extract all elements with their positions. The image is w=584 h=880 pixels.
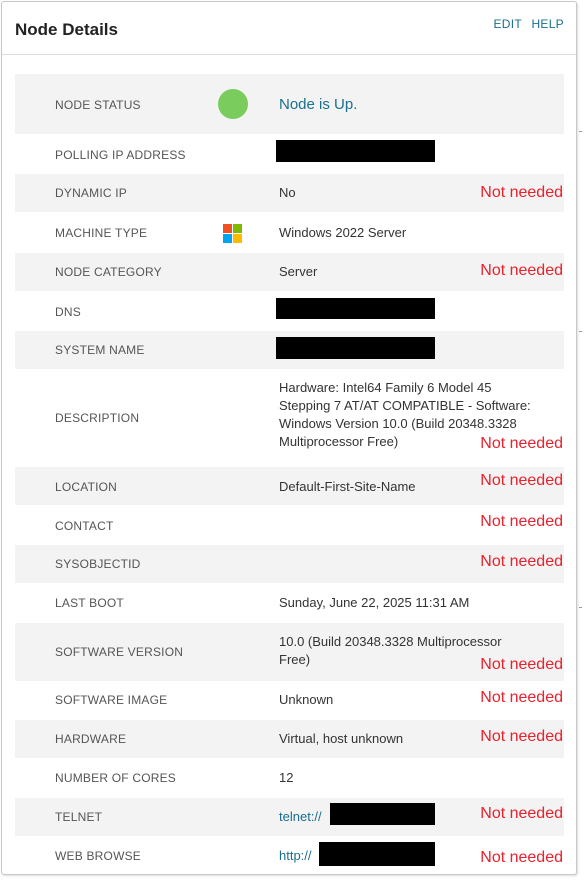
row-node-category: NODE CATEGORY Server Not needed — [15, 253, 564, 292]
row-dynamic-ip: DYNAMIC IP No Not needed — [15, 174, 564, 213]
not-needed-note: Not needed — [480, 435, 563, 452]
row-telnet: TELNET telnet:// Not needed — [15, 798, 564, 837]
row-node-status: NODE STATUS Node is Up. — [15, 74, 564, 135]
row-label: SOFTWARE IMAGE — [55, 693, 168, 707]
row-location: LOCATION Default-First-Site-Name Not nee… — [15, 467, 564, 506]
redacted-value — [276, 337, 435, 359]
software-version-value: 10.0 (Build 20348.3328 Multiprocessor Fr… — [279, 633, 502, 669]
redacted-value — [276, 140, 435, 162]
panel-header: Node Details EDIT HELP — [2, 2, 576, 55]
row-label: DNS — [55, 305, 81, 319]
page-edge — [579, 0, 583, 879]
row-label: NODE STATUS — [55, 98, 141, 112]
telnet-link[interactable]: telnet:// — [279, 808, 322, 826]
row-label: LOCATION — [55, 480, 118, 494]
row-software-image: SOFTWARE IMAGE Unknown Not needed — [15, 682, 564, 720]
row-dns: DNS — [15, 292, 564, 331]
header-links: EDIT HELP — [487, 17, 564, 31]
description-line: Hardware: Intel64 Family 6 Model 45 — [279, 380, 492, 395]
not-needed-note: Not needed — [480, 656, 563, 673]
not-needed-note: Not needed — [480, 728, 563, 745]
web-browse-link[interactable]: http:// — [279, 847, 312, 865]
node-status-value[interactable]: Node is Up. — [279, 96, 357, 114]
row-label: LAST BOOT — [55, 596, 124, 610]
edge-tick — [579, 331, 582, 332]
panel-title: Node Details — [15, 20, 118, 39]
row-label: NODE CATEGORY — [55, 265, 162, 279]
not-needed-note: Not needed — [480, 262, 563, 279]
row-label: CONTACT — [55, 519, 114, 533]
row-label: POLLING IP ADDRESS — [55, 148, 186, 162]
dynamic-ip-value: No — [279, 185, 296, 200]
edge-tick — [579, 607, 582, 608]
row-label: DYNAMIC IP — [55, 186, 128, 200]
not-needed-note: Not needed — [480, 513, 563, 530]
row-machine-type: MACHINE TYPE Windows 2022 Server — [15, 213, 564, 253]
row-contact: CONTACT Not needed — [15, 506, 564, 545]
software-image-value: Unknown — [279, 692, 334, 707]
not-needed-note: Not needed — [480, 805, 563, 822]
row-label: SYSOBJECTID — [55, 557, 141, 571]
description-line: Stepping 7 AT/AT COMPATIBLE - Software: — [279, 398, 531, 413]
row-label: DESCRIPTION — [55, 411, 140, 425]
redacted-value — [319, 842, 435, 866]
row-software-version: SOFTWARE VERSION 10.0 (Build 20348.3328 … — [15, 623, 564, 682]
row-label: MACHINE TYPE — [55, 226, 148, 240]
not-needed-note: Not needed — [480, 689, 563, 706]
row-label: WEB BROWSE — [55, 849, 142, 863]
row-last-boot: LAST BOOT Sunday, June 22, 2025 11:31 AM — [15, 584, 564, 623]
node-category-value: Server — [279, 264, 318, 279]
cores-value: 12 — [279, 770, 294, 785]
not-needed-note: Not needed — [480, 849, 563, 866]
help-link[interactable]: HELP — [531, 17, 564, 31]
row-label: SOFTWARE VERSION — [55, 645, 184, 659]
not-needed-note: Not needed — [480, 472, 563, 489]
row-sysobjectid: SYSOBJECTID Not needed — [15, 545, 564, 584]
row-hardware: HARDWARE Virtual, host unknown Not neede… — [15, 720, 564, 759]
row-label: HARDWARE — [55, 732, 127, 746]
status-up-icon — [218, 89, 248, 119]
row-polling-ip: POLLING IP ADDRESS — [15, 135, 564, 174]
machine-type-value: Windows 2022 Server — [279, 225, 407, 240]
not-needed-note: Not needed — [480, 184, 563, 201]
row-description: DESCRIPTION Hardware: Intel64 Family 6 M… — [15, 370, 564, 467]
row-label: TELNET — [55, 810, 103, 824]
redacted-value — [330, 803, 435, 825]
hardware-value: Virtual, host unknown — [279, 731, 404, 746]
description-line: Windows Version 10.0 (Build 20348.3328 — [279, 416, 517, 431]
edge-tick — [579, 131, 582, 132]
location-value: Default-First-Site-Name — [279, 479, 416, 494]
row-label: NUMBER OF CORES — [55, 771, 177, 785]
details-table: NODE STATUS Node is Up. POLLING IP ADDRE… — [15, 74, 564, 880]
redacted-value — [276, 298, 435, 319]
software-version-line: Free) — [279, 652, 311, 667]
not-needed-note: Not needed — [480, 553, 563, 570]
row-cores: NUMBER OF CORES 12 — [15, 759, 564, 798]
row-label: SYSTEM NAME — [55, 343, 145, 357]
row-system-name: SYSTEM NAME — [15, 331, 564, 370]
software-version-line: 10.0 (Build 20348.3328 Multiprocessor — [279, 634, 502, 649]
windows-logo-icon — [223, 224, 242, 243]
last-boot-value: Sunday, June 22, 2025 11:31 AM — [279, 595, 470, 610]
row-web-browse: WEB BROWSE http:// Not needed — [15, 837, 564, 880]
edit-link[interactable]: EDIT — [493, 17, 521, 31]
